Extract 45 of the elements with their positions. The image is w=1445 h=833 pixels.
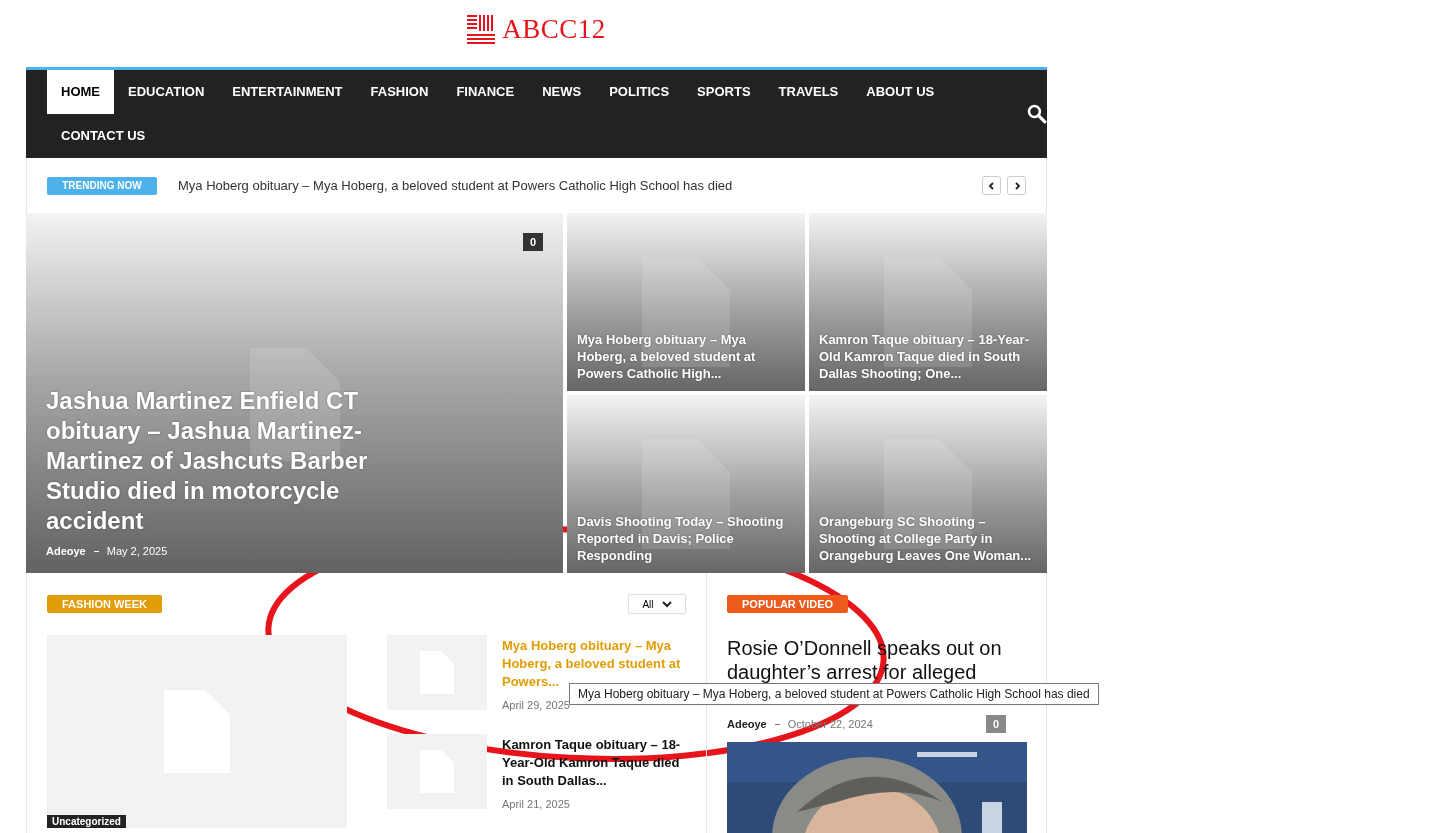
nav-item[interactable]: NEWS (528, 70, 596, 114)
featured-tile[interactable]: Davis Shooting Today – Shooting Reported in Davis; Police Responding (567, 395, 805, 573)
featured-title[interactable]: Davis Shooting Today – Shooting Reported in Davis; Police Responding (577, 513, 795, 564)
previous-button[interactable] (982, 176, 1001, 195)
chevron-left-icon (986, 180, 997, 191)
section-label: POPULAR VIDEO (727, 595, 849, 613)
nav-item[interactable]: TRAVELS (764, 70, 853, 114)
next-button[interactable] (1007, 176, 1026, 195)
featured-tile[interactable]: Jashua Martinez Enfield CT obituary – Jashua Martinez-Martinez of Jashcuts Barber Studio died in motorcycle accident Adeoye May 2, 2025 0 (26, 213, 563, 573)
nav-item[interactable]: FASHION (356, 70, 443, 114)
category-tag[interactable]: Uncategorized (47, 815, 126, 828)
comment-count[interactable]: 0 (985, 715, 1006, 733)
nav-item[interactable]: SPORTS (683, 70, 765, 114)
nav-item[interactable]: HOME (47, 70, 114, 114)
trending-headline[interactable]: Mya Hoberg obituary – Mya Hoberg, a beloved student at Powers Catholic High School has died (178, 178, 982, 193)
comment-count[interactable]: 0 (522, 233, 543, 251)
nav-item[interactable]: POLITICS (595, 70, 684, 114)
featured-tile[interactable]: Mya Hoberg obituary – Mya Hoberg, a beloved student at Powers Catholic High... (567, 213, 805, 391)
trending-label: TRENDING NOW (47, 176, 157, 195)
author-name[interactable]: Adeoye (46, 545, 86, 557)
featured-tile[interactable]: Kamron Taque obituary – 18-Year-Old Kamron Taque died in South Dallas Shooting; One... (809, 213, 1047, 391)
featured-title[interactable]: Orangeburg SC Shooting – Shooting at College Party in Orangeburg Leaves One Woman... (819, 513, 1037, 564)
nav-item[interactable]: EDUCATION (114, 70, 219, 114)
logo-icon (467, 15, 496, 44)
nav-item[interactable]: FINANCE (442, 70, 529, 114)
nav-item[interactable]: ENTERTAINMENT (218, 70, 357, 114)
tooltip: Mya Hoberg obituary – Mya Hoberg, a beloved student at Powers Catholic High School has died (569, 683, 1099, 705)
site-logo[interactable]: ABCC12 (467, 14, 606, 45)
section-label: FASHION WEEK (47, 595, 162, 613)
logo-text: ABCC12 (502, 14, 606, 45)
filter-dropdown[interactable]: All (628, 594, 686, 614)
featured-title[interactable]: Kamron Taque obituary – 18-Year-Old Kamron Taque died in South Dallas Shooting; One... (819, 331, 1037, 382)
post-thumbnail[interactable] (387, 734, 487, 809)
caret-icon (661, 600, 672, 608)
featured-title[interactable]: Jashua Martinez Enfield CT obituary – Jashua Martinez-Martinez of Jashcuts Barber Studio died in motorcycle accident (46, 386, 386, 536)
post-date: April 29, 2025 (502, 699, 571, 711)
search-icon[interactable] (1027, 104, 1047, 124)
post-date: April 21, 2025 (502, 798, 571, 810)
author-name[interactable]: Adeoye (727, 718, 767, 730)
nav-item[interactable]: CONTACT US (47, 114, 160, 158)
nav-item[interactable]: ABOUT US (852, 70, 949, 114)
featured-tile[interactable]: Orangeburg SC Shooting – Shooting at College Party in Orangeburg Leaves One Woman... (809, 395, 1047, 573)
post-date: May 2, 2025 (106, 545, 168, 557)
featured-title[interactable]: Mya Hoberg obituary – Mya Hoberg, a beloved student at Powers Catholic High... (577, 331, 795, 382)
post-image-placeholder[interactable]: Uncategorized (47, 635, 347, 828)
